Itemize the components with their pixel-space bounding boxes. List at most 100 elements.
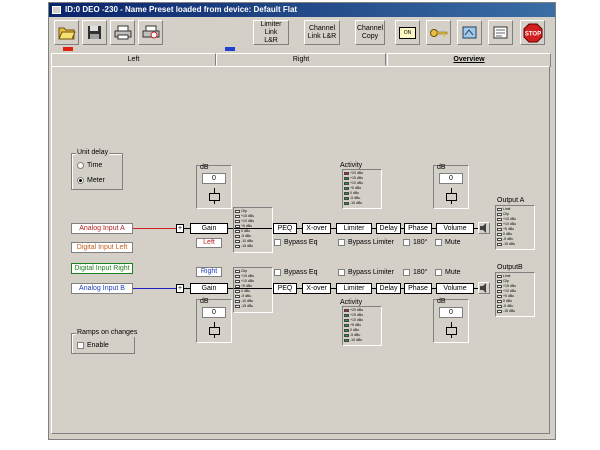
mute-checkbox-b[interactable]	[435, 269, 442, 276]
phase-180-checkbox-b[interactable]	[403, 269, 410, 276]
bypass-eq-checkbox-a[interactable]	[274, 239, 281, 246]
limiter-link-button[interactable]: Limiter Link L&R	[253, 20, 289, 45]
gain-block-b[interactable]: Gain	[190, 283, 228, 294]
channel-copy-button[interactable]: Channel Copy	[355, 20, 385, 45]
bypass-limiter-checkbox-a[interactable]	[338, 239, 345, 246]
gain-fader-knob-b[interactable]	[209, 327, 220, 335]
tab-right[interactable]: Right	[216, 53, 386, 66]
tab-overview[interactable]: Overview	[387, 53, 551, 67]
meter-led	[497, 223, 502, 226]
meter-led	[235, 230, 240, 233]
meter-led	[497, 228, 502, 231]
channel-link-button[interactable]: Channel Link L&R	[304, 20, 340, 45]
meter-scale-label: -15 dBu	[503, 242, 516, 246]
meter-led	[497, 295, 502, 298]
time-radio[interactable]	[77, 162, 84, 169]
meter-scale-row: -10 dBu	[343, 338, 381, 343]
print-button[interactable]	[110, 20, 135, 45]
meter-led	[235, 210, 240, 213]
digital-input-right[interactable]: Digital Input Right	[71, 263, 133, 274]
volume-fader-a[interactable]: dB 0	[433, 164, 469, 209]
overview-panel: Unit delay Time Meter Ramps on changes E…	[51, 66, 550, 434]
channel-name-right[interactable]: Right	[196, 267, 222, 277]
volume-value-b[interactable]: 0	[439, 307, 463, 318]
meter-led	[235, 270, 240, 273]
meter-scale-label: +20 dBu	[350, 308, 364, 312]
meter-led	[497, 208, 502, 211]
digital-input-left[interactable]: Digital Input Left	[71, 242, 133, 253]
xover-block-a[interactable]: X-over	[302, 223, 331, 234]
volume-fader-knob-b[interactable]	[446, 327, 457, 335]
meter-scale-label: -15 dBu	[241, 304, 254, 308]
left-channel-marker	[63, 47, 73, 51]
bypass-eq-checkbox-b[interactable]	[274, 269, 281, 276]
phase-180-checkbox-a[interactable]	[403, 239, 410, 246]
device-status-button[interactable]: ON	[395, 20, 420, 45]
title-bar[interactable]: ID:0 DEO -230 - Name Preset loaded from …	[49, 3, 555, 17]
delay-block-b[interactable]: Delay	[376, 283, 401, 294]
phase-block-b[interactable]: Phase	[404, 283, 432, 294]
gain-fader-b[interactable]: dB 0	[196, 298, 232, 343]
key-button[interactable]	[426, 20, 451, 45]
gain-fader-a[interactable]: dB 0	[196, 164, 232, 209]
ramps-enable-checkbox[interactable]	[77, 342, 84, 349]
meter-led	[344, 197, 349, 200]
unit-delay-title: Unit delay	[76, 149, 110, 157]
analog-input-b[interactable]: Analog Input B	[71, 283, 133, 294]
phase-block-a[interactable]: Phase	[404, 223, 432, 234]
volume-fader-b[interactable]: dB 0	[433, 298, 469, 343]
ramps-enable-label: Enable	[87, 342, 109, 349]
settings-button[interactable]	[457, 20, 482, 45]
print-preview-button[interactable]	[138, 20, 163, 45]
meter-led	[344, 329, 349, 332]
meter-scale-label: +10 dBu	[350, 181, 364, 185]
right-channel-marker	[225, 47, 235, 51]
save-button[interactable]	[82, 20, 107, 45]
meter-scale-label: Clip	[503, 279, 510, 283]
stop-button[interactable]: STOP	[520, 20, 545, 45]
unit-delay-group: Unit delay Time Meter	[71, 149, 123, 190]
meter-scale-label: Clip	[503, 212, 510, 216]
delay-block-a[interactable]: Delay	[376, 223, 401, 234]
meter-led	[235, 305, 240, 308]
signal-line-a	[133, 228, 176, 229]
gain-value-b[interactable]: 0	[202, 307, 226, 318]
mute-label-a: Mute	[445, 239, 461, 246]
volume-value-a[interactable]: 0	[439, 173, 463, 184]
gain-value-a[interactable]: 0	[202, 173, 226, 184]
meter-led	[344, 334, 349, 337]
notes-button[interactable]	[488, 20, 513, 45]
meter-scale-label: 0 dBu	[350, 328, 360, 332]
channel-name-left[interactable]: Left	[196, 238, 222, 248]
meter-scale-label: +5 dBu	[241, 224, 253, 228]
open-button[interactable]	[54, 20, 79, 45]
floppy-disk-icon	[88, 26, 101, 39]
meter-scale-label: 0 dBu	[241, 229, 251, 233]
meter-scale-label: +5 dBu	[503, 227, 515, 231]
analog-input-a[interactable]: Analog Input A	[71, 223, 133, 234]
limiter-block-a[interactable]: Limiter	[336, 223, 372, 234]
meter-led	[344, 192, 349, 195]
volume-block-b[interactable]: Volume	[436, 283, 474, 294]
gain-block-a[interactable]: Gain	[190, 223, 228, 234]
peq-block-a[interactable]: PEQ	[273, 223, 297, 234]
xover-block-b[interactable]: X-over	[302, 283, 331, 294]
tab-left[interactable]: Left	[51, 53, 216, 66]
volume-fader-knob-a[interactable]	[446, 193, 457, 201]
meter-scale-label: +20 dBu	[350, 171, 364, 175]
peq-block-b[interactable]: PEQ	[273, 283, 297, 294]
meter-radio[interactable]	[77, 177, 84, 184]
bypass-limiter-checkbox-b[interactable]	[338, 269, 345, 276]
speaker-button-a[interactable]	[478, 222, 490, 234]
meter-led	[344, 324, 349, 327]
gain-fader-knob-a[interactable]	[209, 193, 220, 201]
meter-scale-label: +10 dBu	[503, 222, 517, 226]
volume-block-a[interactable]: Volume	[436, 223, 474, 234]
mute-checkbox-a[interactable]	[435, 239, 442, 246]
speaker-button-b[interactable]	[478, 282, 490, 294]
limiter-block-b[interactable]: Limiter	[336, 283, 372, 294]
meter-scale-row: -15 dBu	[496, 242, 534, 247]
meter-scale-label: -15 dBu	[241, 244, 254, 248]
meter-scale-label: 0 dBu	[503, 232, 513, 236]
meter-scale-label: +5 dBu	[503, 294, 515, 298]
